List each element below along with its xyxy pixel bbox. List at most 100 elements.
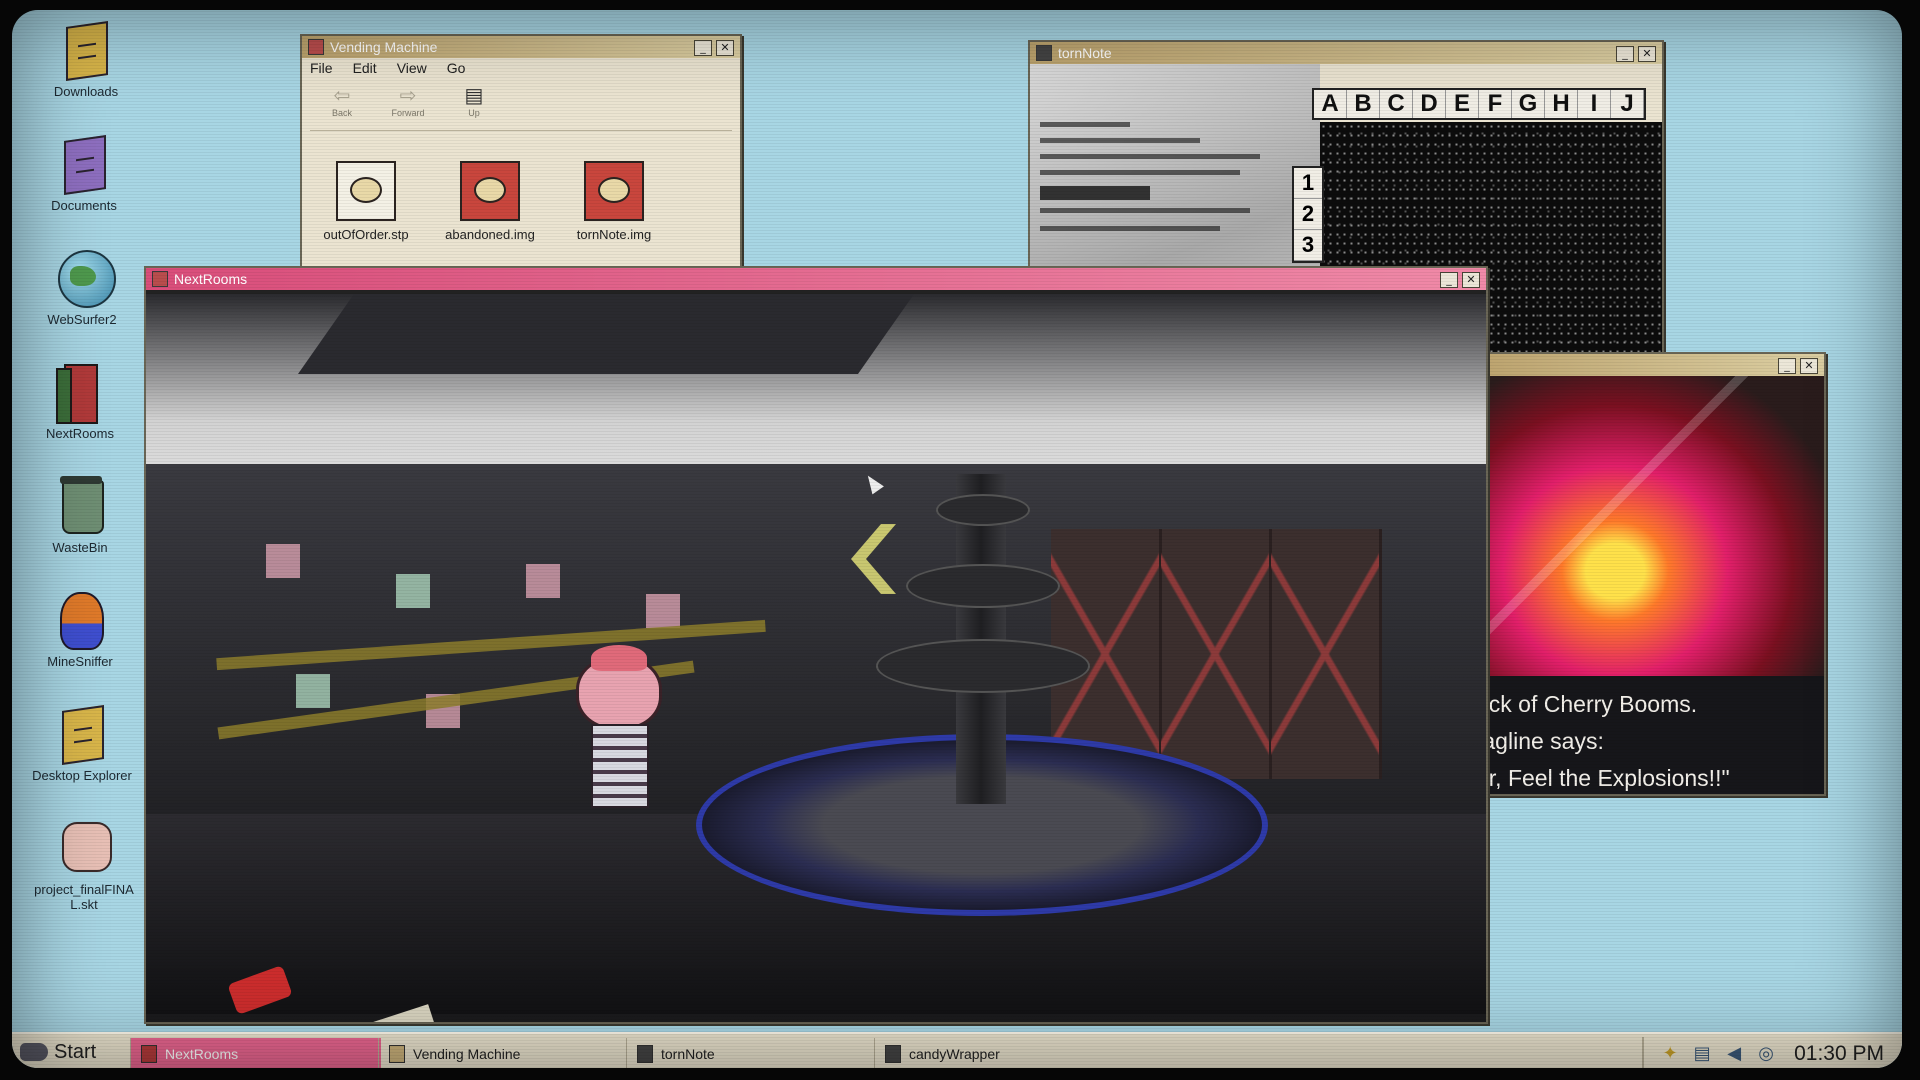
desktop-icon-label: Desktop Explorer bbox=[22, 768, 142, 783]
globe-icon bbox=[58, 250, 116, 308]
fox-icon bbox=[60, 592, 104, 650]
file-item[interactable]: abandoned.img bbox=[430, 161, 550, 242]
book-icon bbox=[141, 1045, 157, 1063]
document-icon bbox=[336, 161, 396, 221]
menu-file[interactable]: File bbox=[310, 60, 333, 76]
trash-bin-icon bbox=[62, 480, 104, 534]
letter-grid-header: A B C D E F G H I J bbox=[1312, 88, 1646, 120]
task-tornnote[interactable]: tornNote bbox=[626, 1038, 877, 1068]
folder-icon bbox=[389, 1045, 405, 1063]
file-item[interactable]: outOfOrder.stp bbox=[306, 161, 426, 242]
start-label: Start bbox=[54, 1041, 96, 1064]
back-label: Back bbox=[320, 108, 364, 118]
desktop-icon-project-file[interactable]: project_finalFINA L.skt bbox=[24, 818, 144, 912]
image-file-icon bbox=[584, 161, 644, 221]
wall-panel bbox=[396, 574, 430, 608]
grid-number: 2 bbox=[1294, 199, 1322, 230]
window-app-icon bbox=[308, 39, 324, 55]
clock[interactable]: 01:30 PM bbox=[1794, 1042, 1884, 1066]
start-button[interactable]: Start bbox=[20, 1037, 120, 1067]
minimize-button[interactable]: _ bbox=[1440, 272, 1458, 288]
up-button[interactable]: ▤ Up bbox=[452, 84, 496, 130]
desktop-icon-minesniffer[interactable]: MineSniffer bbox=[20, 590, 140, 669]
fountain-tier bbox=[936, 494, 1030, 526]
image-viewer-icon bbox=[637, 1045, 653, 1063]
minimize-button[interactable]: _ bbox=[694, 40, 712, 56]
vending-machine-window: Vending Machine _ ✕ File Edit View Go ⇦ … bbox=[300, 34, 742, 286]
network-icon[interactable]: ◎ bbox=[1756, 1044, 1776, 1064]
task-label: NextRooms bbox=[165, 1046, 238, 1062]
game-viewport[interactable] bbox=[146, 294, 1486, 1022]
title-bar[interactable]: NextRooms _ ✕ bbox=[146, 268, 1486, 290]
forward-label: Forward bbox=[386, 108, 430, 118]
label-line: project_finalFINA bbox=[24, 882, 144, 897]
close-button[interactable]: ✕ bbox=[1462, 272, 1480, 288]
image-viewer-icon bbox=[885, 1045, 901, 1063]
forward-button[interactable]: ⇨ Forward bbox=[386, 84, 430, 130]
window-title: NextRooms bbox=[174, 271, 247, 287]
window-app-icon bbox=[152, 271, 168, 287]
grid-letter: J bbox=[1611, 90, 1644, 118]
folder-icon bbox=[62, 705, 104, 765]
title-bar[interactable]: Vending Machine _ ✕ bbox=[302, 36, 740, 58]
file-name: abandoned.img bbox=[430, 227, 550, 242]
close-button[interactable]: ✕ bbox=[716, 40, 734, 56]
menu-bar: File Edit View Go bbox=[310, 60, 465, 76]
grid-letter: I bbox=[1578, 90, 1611, 118]
dialog-line: tagline says: bbox=[1476, 723, 1824, 760]
fountain-tier bbox=[876, 639, 1090, 693]
file-name: tornNote.img bbox=[554, 227, 674, 242]
menu-view[interactable]: View bbox=[397, 60, 427, 76]
taskbar: Start NextRooms Vending Machine tornNote… bbox=[12, 1032, 1902, 1068]
candy-wrapper-image bbox=[1476, 376, 1824, 676]
lightbulb-icon[interactable]: ✦ bbox=[1660, 1044, 1680, 1064]
desktop-icon-label: NextRooms bbox=[20, 426, 140, 441]
title-bar[interactable]: _ ✕ bbox=[1476, 354, 1824, 376]
close-button[interactable]: ✕ bbox=[1638, 46, 1656, 62]
task-label: candyWrapper bbox=[909, 1046, 1000, 1062]
task-candywrapper[interactable]: candyWrapper bbox=[874, 1038, 1125, 1068]
explorer-toolbar: ⇦ Back ⇨ Forward ▤ Up bbox=[310, 84, 732, 131]
desktop-icon-downloads[interactable]: Downloads bbox=[26, 20, 146, 99]
book-icon bbox=[64, 364, 98, 424]
wall-panel bbox=[646, 594, 680, 628]
grid-letter: E bbox=[1446, 90, 1479, 118]
up-label: Up bbox=[452, 108, 496, 118]
desktop-icon-label: Documents bbox=[24, 198, 144, 213]
desktop-icon-websurfer2[interactable]: WebSurfer2 bbox=[22, 248, 142, 327]
desktop-icon-label: MineSniffer bbox=[20, 654, 140, 669]
window-title: tornNote bbox=[1058, 45, 1112, 61]
desktop-icon-documents[interactable]: Documents bbox=[24, 134, 144, 213]
minimize-button[interactable]: _ bbox=[1616, 46, 1634, 62]
character-head bbox=[576, 656, 662, 730]
close-button[interactable]: ✕ bbox=[1800, 358, 1818, 374]
grid-number: 3 bbox=[1294, 230, 1322, 261]
minimize-button[interactable]: _ bbox=[1778, 358, 1796, 374]
desktop-icon-wastebin[interactable]: WasteBin bbox=[20, 476, 140, 555]
dialog-box: ack of Cherry Booms. tagline says: or, F… bbox=[1476, 676, 1824, 794]
menu-go[interactable]: Go bbox=[447, 60, 466, 76]
desktop-icon-label: Downloads bbox=[26, 84, 146, 99]
sketch-file-icon bbox=[62, 822, 112, 872]
character-body bbox=[591, 724, 649, 808]
label-line: L.skt bbox=[24, 897, 144, 912]
dialog-line: ack of Cherry Booms. bbox=[1476, 686, 1824, 723]
desktop-icon-desktop-explorer[interactable]: Desktop Explorer bbox=[22, 704, 142, 783]
task-label: Vending Machine bbox=[413, 1046, 520, 1062]
window-title: Vending Machine bbox=[330, 39, 437, 55]
keyboard-icon[interactable]: ▤ bbox=[1692, 1044, 1712, 1064]
menu-edit[interactable]: Edit bbox=[353, 60, 377, 76]
back-button[interactable]: ⇦ Back bbox=[320, 84, 364, 130]
file-item[interactable]: tornNote.img bbox=[554, 161, 674, 242]
task-label: tornNote bbox=[661, 1046, 715, 1062]
task-nextrooms[interactable]: NextRooms bbox=[130, 1038, 381, 1068]
ceiling-opening bbox=[298, 294, 914, 374]
desktop-icon-nextrooms[interactable]: NextRooms bbox=[20, 362, 140, 441]
wall-panel bbox=[296, 674, 330, 708]
wall-panel bbox=[266, 544, 300, 578]
title-bar[interactable]: tornNote _ ✕ bbox=[1030, 42, 1662, 64]
task-vending-machine[interactable]: Vending Machine bbox=[378, 1038, 629, 1068]
speaker-icon[interactable]: ◀ bbox=[1724, 1044, 1744, 1064]
wall-panel bbox=[526, 564, 560, 598]
desktop-icon-label: project_finalFINA L.skt bbox=[24, 882, 144, 912]
